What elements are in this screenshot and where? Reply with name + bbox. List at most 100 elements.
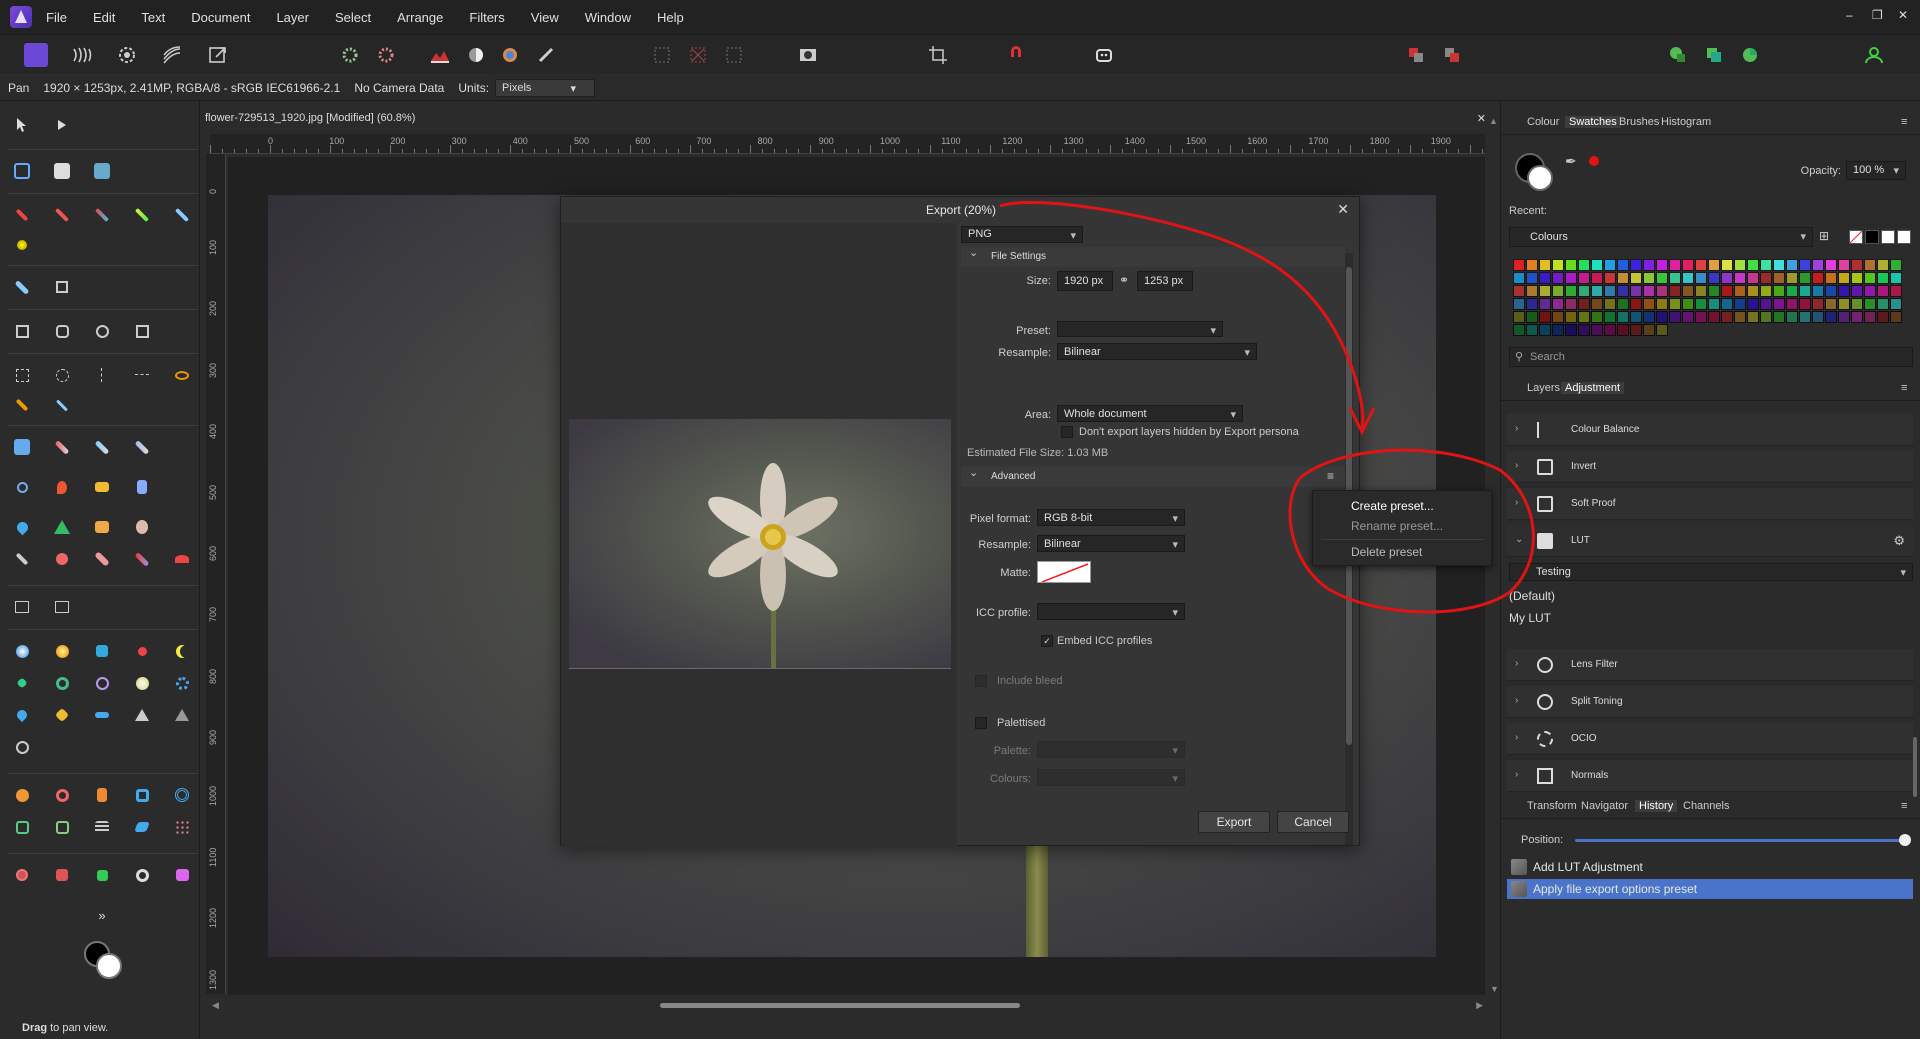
swatch-cell[interactable]: [1786, 272, 1798, 284]
swatch-cell[interactable]: [1812, 311, 1824, 323]
tab-channels[interactable]: Channels: [1683, 800, 1729, 812]
tab-history[interactable]: History: [1635, 800, 1678, 812]
gear-icon[interactable]: [338, 43, 362, 67]
swatch-grid[interactable]: [1513, 259, 1907, 341]
swatch-cell[interactable]: [1877, 272, 1889, 284]
swatch-cell[interactable]: [1773, 285, 1785, 297]
swatch-cell[interactable]: [1630, 298, 1642, 310]
filter-star-icon[interactable]: [48, 701, 76, 729]
adjustment-menu-icon[interactable]: ≡: [1901, 382, 1907, 394]
swatch-cell[interactable]: [1747, 311, 1759, 323]
swatch-cell[interactable]: [1552, 272, 1564, 284]
swatch-cell[interactable]: [1578, 272, 1590, 284]
swatch-cell[interactable]: [1565, 259, 1577, 271]
swatch-cell[interactable]: [1825, 285, 1837, 297]
sharpen-tool-icon[interactable]: [48, 513, 76, 541]
history-position-slider[interactable]: [1575, 839, 1905, 842]
add-swatch-icon[interactable]: ⊞: [1819, 229, 1829, 243]
swatch-cell[interactable]: [1734, 272, 1746, 284]
close-document-icon[interactable]: ✕: [1477, 112, 1486, 125]
menu-arrange[interactable]: Arrange: [397, 10, 443, 25]
filter-spherical-icon[interactable]: [128, 781, 156, 809]
swatch-cell[interactable]: [1838, 272, 1850, 284]
filter-wave-icon[interactable]: [88, 701, 116, 729]
burn-tool-icon[interactable]: [48, 473, 76, 501]
color-replacement-tool-icon[interactable]: [88, 201, 116, 229]
swatch-cell[interactable]: [1734, 298, 1746, 310]
filter-lens-icon[interactable]: [128, 669, 156, 697]
swatch-cell[interactable]: [1513, 285, 1525, 297]
white-balance-icon[interactable]: [464, 43, 488, 67]
selection-grid-icon[interactable]: [650, 43, 674, 67]
swatch-cell[interactable]: [1643, 298, 1655, 310]
filter-layers-icon[interactable]: [168, 861, 196, 889]
export-persona-icon[interactable]: [206, 43, 230, 67]
swatch-cell[interactable]: [1656, 311, 1668, 323]
pixel-tool-icon[interactable]: [168, 201, 196, 229]
smudge-tool-icon[interactable]: [128, 513, 156, 541]
menu-window[interactable]: Window: [585, 10, 631, 25]
history-item[interactable]: Add LUT Adjustment: [1507, 857, 1913, 877]
filter-wave-circle-icon[interactable]: [8, 733, 36, 761]
swatch-cell[interactable]: [1708, 298, 1720, 310]
swatch-cell[interactable]: [1890, 285, 1902, 297]
swatch-cell[interactable]: [1578, 259, 1590, 271]
scroll-thumb[interactable]: [660, 1003, 1020, 1008]
swatch-cell[interactable]: [1773, 298, 1785, 310]
swatch-cell[interactable]: [1643, 285, 1655, 297]
background-erase-icon[interactable]: [88, 433, 116, 461]
swatch-cell[interactable]: [1526, 311, 1538, 323]
swatch-cell[interactable]: [1695, 272, 1707, 284]
swatch-cell[interactable]: [1604, 259, 1616, 271]
swatch-cell[interactable]: [1539, 298, 1551, 310]
swatch-cell[interactable]: [1877, 285, 1889, 297]
settings-red-icon[interactable]: [374, 43, 398, 67]
recolour-icon[interactable]: [534, 43, 558, 67]
swatch-cell[interactable]: [1786, 298, 1798, 310]
blemish-tool-icon[interactable]: [48, 545, 76, 573]
include-bleed-checkbox[interactable]: [975, 675, 987, 687]
swatch-cell[interactable]: [1526, 285, 1538, 297]
filter-pin-icon[interactable]: [128, 637, 156, 665]
palettised-checkbox[interactable]: [975, 717, 987, 729]
embed-icc-checkbox[interactable]: ✓: [1041, 635, 1053, 647]
colours-select[interactable]: [1037, 769, 1185, 786]
crop-tool-icon[interactable]: [48, 273, 76, 301]
swatch-cell[interactable]: [1682, 298, 1694, 310]
paint-brush-tool-icon[interactable]: [48, 201, 76, 229]
erase-brush-icon[interactable]: [48, 433, 76, 461]
filter-cube-icon[interactable]: [88, 637, 116, 665]
swatch-cell[interactable]: [1786, 311, 1798, 323]
filter-swirl-icon[interactable]: [88, 669, 116, 697]
swatch-cell[interactable]: [1513, 311, 1525, 323]
palette-select[interactable]: Colours: [1509, 227, 1813, 247]
column-marquee-icon[interactable]: [88, 361, 116, 389]
view-tool-icon[interactable]: [48, 111, 76, 139]
swatch-cell[interactable]: [1838, 311, 1850, 323]
lut-option-default[interactable]: (Default): [1509, 589, 1555, 603]
swatch-cell[interactable]: [1552, 324, 1564, 336]
swatch-cell[interactable]: [1734, 285, 1746, 297]
swatch-cell[interactable]: [1799, 285, 1811, 297]
swatch-cell[interactable]: [1539, 311, 1551, 323]
swatch-cell[interactable]: [1682, 272, 1694, 284]
swatch-cell[interactable]: [1695, 298, 1707, 310]
sponge-tool-icon[interactable]: [88, 473, 116, 501]
swatch-cell[interactable]: [1591, 298, 1603, 310]
swatch-cell[interactable]: [1851, 272, 1863, 284]
swatch-cell[interactable]: [1656, 285, 1668, 297]
swatch-cell[interactable]: [1799, 272, 1811, 284]
freehand-selection-icon[interactable]: [168, 361, 196, 389]
swatch-cell[interactable]: [1682, 259, 1694, 271]
swatch-cell[interactable]: [1552, 285, 1564, 297]
swatch-cell[interactable]: [1643, 324, 1655, 336]
affinity-photo-logo-icon[interactable]: [10, 6, 32, 28]
swatch-cell[interactable]: [1877, 311, 1889, 323]
restore-button[interactable]: ❐: [1872, 8, 1883, 22]
white-swatch-2[interactable]: [1897, 230, 1911, 244]
swatch-cell[interactable]: [1617, 324, 1629, 336]
panel-menu-icon[interactable]: ≡: [1901, 116, 1907, 128]
swatch-cell[interactable]: [1617, 259, 1629, 271]
filter-triangle-icon[interactable]: [128, 701, 156, 729]
pie-green-icon[interactable]: [1738, 43, 1762, 67]
